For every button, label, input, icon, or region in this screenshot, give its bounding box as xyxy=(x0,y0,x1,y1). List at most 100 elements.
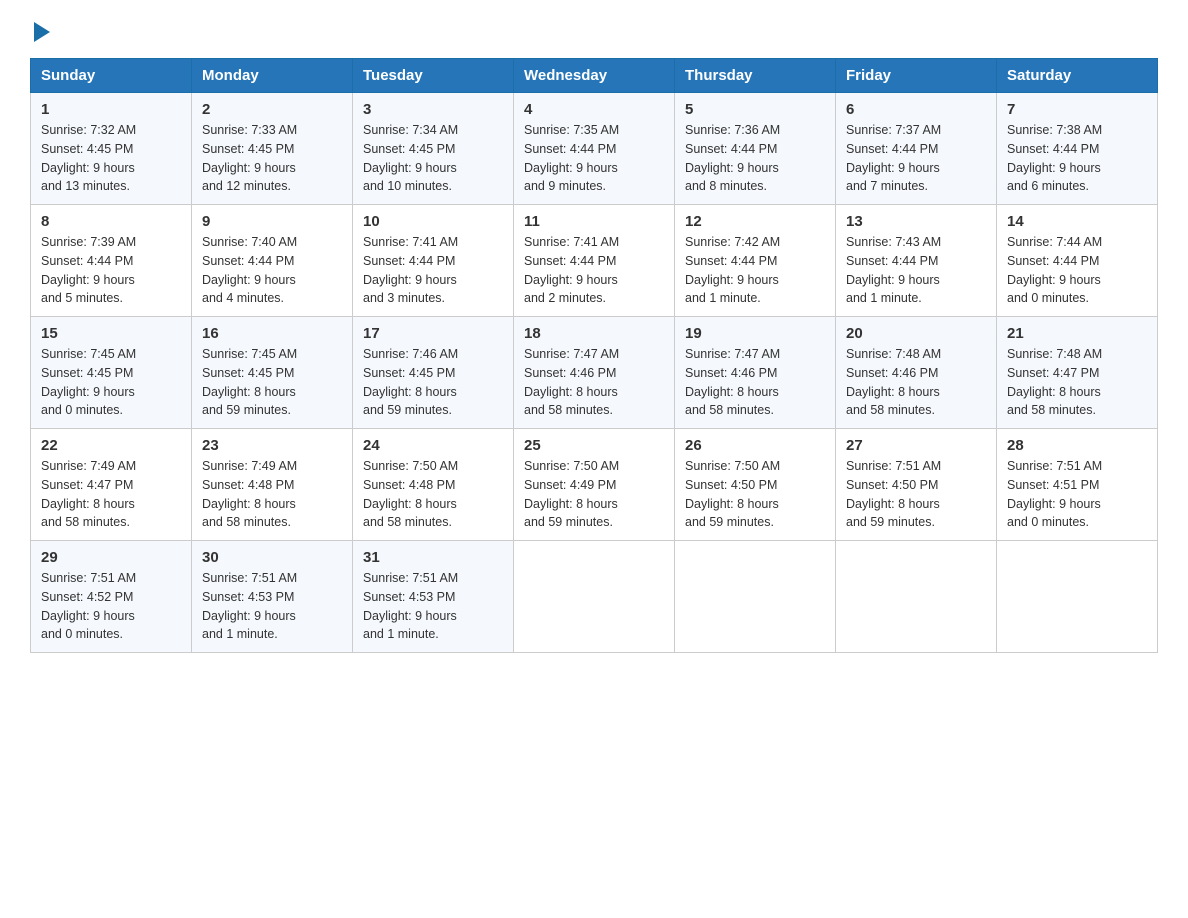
day-info: Sunrise: 7:47 AMSunset: 4:46 PMDaylight:… xyxy=(524,345,664,420)
day-number: 27 xyxy=(846,437,986,454)
day-number: 18 xyxy=(524,325,664,342)
day-info: Sunrise: 7:41 AMSunset: 4:44 PMDaylight:… xyxy=(363,233,503,308)
day-info: Sunrise: 7:49 AMSunset: 4:47 PMDaylight:… xyxy=(41,457,181,532)
day-number: 19 xyxy=(685,325,825,342)
calendar-cell: 23 Sunrise: 7:49 AMSunset: 4:48 PMDaylig… xyxy=(192,429,353,541)
calendar-cell: 30 Sunrise: 7:51 AMSunset: 4:53 PMDaylig… xyxy=(192,541,353,653)
calendar-cell xyxy=(997,541,1158,653)
day-number: 16 xyxy=(202,325,342,342)
day-number: 31 xyxy=(363,549,503,566)
day-info: Sunrise: 7:45 AMSunset: 4:45 PMDaylight:… xyxy=(41,345,181,420)
day-info: Sunrise: 7:47 AMSunset: 4:46 PMDaylight:… xyxy=(685,345,825,420)
calendar-table: SundayMondayTuesdayWednesdayThursdayFrid… xyxy=(30,58,1158,653)
day-number: 23 xyxy=(202,437,342,454)
day-number: 21 xyxy=(1007,325,1147,342)
day-number: 22 xyxy=(41,437,181,454)
day-number: 1 xyxy=(41,101,181,118)
day-info: Sunrise: 7:32 AMSunset: 4:45 PMDaylight:… xyxy=(41,121,181,196)
day-number: 13 xyxy=(846,213,986,230)
day-info: Sunrise: 7:50 AMSunset: 4:48 PMDaylight:… xyxy=(363,457,503,532)
calendar-cell: 11 Sunrise: 7:41 AMSunset: 4:44 PMDaylig… xyxy=(514,205,675,317)
calendar-cell: 20 Sunrise: 7:48 AMSunset: 4:46 PMDaylig… xyxy=(836,317,997,429)
day-info: Sunrise: 7:40 AMSunset: 4:44 PMDaylight:… xyxy=(202,233,342,308)
calendar-cell: 25 Sunrise: 7:50 AMSunset: 4:49 PMDaylig… xyxy=(514,429,675,541)
calendar-week-row: 8 Sunrise: 7:39 AMSunset: 4:44 PMDayligh… xyxy=(31,205,1158,317)
day-info: Sunrise: 7:51 AMSunset: 4:50 PMDaylight:… xyxy=(846,457,986,532)
day-info: Sunrise: 7:46 AMSunset: 4:45 PMDaylight:… xyxy=(363,345,503,420)
day-number: 28 xyxy=(1007,437,1147,454)
calendar-cell: 4 Sunrise: 7:35 AMSunset: 4:44 PMDayligh… xyxy=(514,93,675,205)
calendar-cell: 12 Sunrise: 7:42 AMSunset: 4:44 PMDaylig… xyxy=(675,205,836,317)
page-header xyxy=(30,20,1158,38)
day-number: 8 xyxy=(41,213,181,230)
calendar-cell: 24 Sunrise: 7:50 AMSunset: 4:48 PMDaylig… xyxy=(353,429,514,541)
day-number: 29 xyxy=(41,549,181,566)
day-info: Sunrise: 7:51 AMSunset: 4:53 PMDaylight:… xyxy=(363,569,503,644)
day-info: Sunrise: 7:49 AMSunset: 4:48 PMDaylight:… xyxy=(202,457,342,532)
calendar-cell: 6 Sunrise: 7:37 AMSunset: 4:44 PMDayligh… xyxy=(836,93,997,205)
day-info: Sunrise: 7:43 AMSunset: 4:44 PMDaylight:… xyxy=(846,233,986,308)
day-info: Sunrise: 7:42 AMSunset: 4:44 PMDaylight:… xyxy=(685,233,825,308)
calendar-cell: 16 Sunrise: 7:45 AMSunset: 4:45 PMDaylig… xyxy=(192,317,353,429)
calendar-cell: 28 Sunrise: 7:51 AMSunset: 4:51 PMDaylig… xyxy=(997,429,1158,541)
column-header-monday: Monday xyxy=(192,59,353,93)
calendar-cell: 27 Sunrise: 7:51 AMSunset: 4:50 PMDaylig… xyxy=(836,429,997,541)
day-info: Sunrise: 7:33 AMSunset: 4:45 PMDaylight:… xyxy=(202,121,342,196)
calendar-cell xyxy=(675,541,836,653)
calendar-cell: 7 Sunrise: 7:38 AMSunset: 4:44 PMDayligh… xyxy=(997,93,1158,205)
calendar-week-row: 22 Sunrise: 7:49 AMSunset: 4:47 PMDaylig… xyxy=(31,429,1158,541)
day-number: 25 xyxy=(524,437,664,454)
day-info: Sunrise: 7:51 AMSunset: 4:53 PMDaylight:… xyxy=(202,569,342,644)
column-header-tuesday: Tuesday xyxy=(353,59,514,93)
calendar-cell: 29 Sunrise: 7:51 AMSunset: 4:52 PMDaylig… xyxy=(31,541,192,653)
calendar-cell: 22 Sunrise: 7:49 AMSunset: 4:47 PMDaylig… xyxy=(31,429,192,541)
day-number: 10 xyxy=(363,213,503,230)
day-info: Sunrise: 7:36 AMSunset: 4:44 PMDaylight:… xyxy=(685,121,825,196)
day-info: Sunrise: 7:50 AMSunset: 4:50 PMDaylight:… xyxy=(685,457,825,532)
column-header-saturday: Saturday xyxy=(997,59,1158,93)
day-number: 11 xyxy=(524,213,664,230)
day-number: 14 xyxy=(1007,213,1147,230)
calendar-cell: 15 Sunrise: 7:45 AMSunset: 4:45 PMDaylig… xyxy=(31,317,192,429)
calendar-cell: 13 Sunrise: 7:43 AMSunset: 4:44 PMDaylig… xyxy=(836,205,997,317)
day-info: Sunrise: 7:34 AMSunset: 4:45 PMDaylight:… xyxy=(363,121,503,196)
calendar-cell: 14 Sunrise: 7:44 AMSunset: 4:44 PMDaylig… xyxy=(997,205,1158,317)
day-info: Sunrise: 7:48 AMSunset: 4:47 PMDaylight:… xyxy=(1007,345,1147,420)
calendar-cell: 21 Sunrise: 7:48 AMSunset: 4:47 PMDaylig… xyxy=(997,317,1158,429)
day-info: Sunrise: 7:51 AMSunset: 4:51 PMDaylight:… xyxy=(1007,457,1147,532)
calendar-cell: 19 Sunrise: 7:47 AMSunset: 4:46 PMDaylig… xyxy=(675,317,836,429)
day-number: 4 xyxy=(524,101,664,118)
day-number: 30 xyxy=(202,549,342,566)
day-info: Sunrise: 7:38 AMSunset: 4:44 PMDaylight:… xyxy=(1007,121,1147,196)
day-info: Sunrise: 7:51 AMSunset: 4:52 PMDaylight:… xyxy=(41,569,181,644)
day-number: 7 xyxy=(1007,101,1147,118)
calendar-cell: 31 Sunrise: 7:51 AMSunset: 4:53 PMDaylig… xyxy=(353,541,514,653)
day-info: Sunrise: 7:37 AMSunset: 4:44 PMDaylight:… xyxy=(846,121,986,196)
day-number: 6 xyxy=(846,101,986,118)
day-info: Sunrise: 7:50 AMSunset: 4:49 PMDaylight:… xyxy=(524,457,664,532)
day-number: 3 xyxy=(363,101,503,118)
calendar-cell: 26 Sunrise: 7:50 AMSunset: 4:50 PMDaylig… xyxy=(675,429,836,541)
calendar-cell: 9 Sunrise: 7:40 AMSunset: 4:44 PMDayligh… xyxy=(192,205,353,317)
column-header-friday: Friday xyxy=(836,59,997,93)
calendar-cell xyxy=(514,541,675,653)
day-number: 26 xyxy=(685,437,825,454)
calendar-cell: 1 Sunrise: 7:32 AMSunset: 4:45 PMDayligh… xyxy=(31,93,192,205)
day-number: 20 xyxy=(846,325,986,342)
day-number: 17 xyxy=(363,325,503,342)
day-number: 9 xyxy=(202,213,342,230)
calendar-cell: 2 Sunrise: 7:33 AMSunset: 4:45 PMDayligh… xyxy=(192,93,353,205)
logo xyxy=(30,20,50,38)
day-number: 15 xyxy=(41,325,181,342)
calendar-cell: 17 Sunrise: 7:46 AMSunset: 4:45 PMDaylig… xyxy=(353,317,514,429)
day-number: 2 xyxy=(202,101,342,118)
calendar-week-row: 29 Sunrise: 7:51 AMSunset: 4:52 PMDaylig… xyxy=(31,541,1158,653)
day-info: Sunrise: 7:45 AMSunset: 4:45 PMDaylight:… xyxy=(202,345,342,420)
column-header-wednesday: Wednesday xyxy=(514,59,675,93)
column-header-sunday: Sunday xyxy=(31,59,192,93)
calendar-cell: 10 Sunrise: 7:41 AMSunset: 4:44 PMDaylig… xyxy=(353,205,514,317)
calendar-cell: 3 Sunrise: 7:34 AMSunset: 4:45 PMDayligh… xyxy=(353,93,514,205)
calendar-cell: 8 Sunrise: 7:39 AMSunset: 4:44 PMDayligh… xyxy=(31,205,192,317)
day-number: 5 xyxy=(685,101,825,118)
logo-arrow-icon xyxy=(34,22,50,42)
